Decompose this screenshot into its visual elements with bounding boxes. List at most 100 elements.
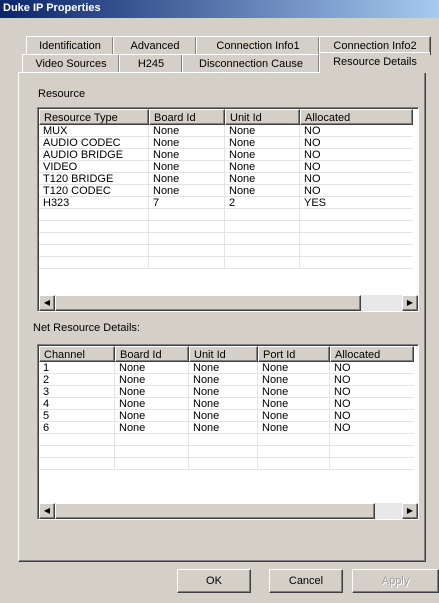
table-cell: 2 bbox=[225, 197, 300, 209]
scroll-right-icon[interactable]: ▶ bbox=[402, 503, 418, 519]
tab-h245[interactable]: H245 bbox=[119, 54, 183, 73]
table-cell: None bbox=[258, 410, 330, 422]
table-cell: None bbox=[149, 185, 225, 197]
table-cell: None bbox=[225, 125, 300, 137]
table-cell: None bbox=[189, 422, 258, 434]
table-cell: NO bbox=[300, 149, 413, 161]
table-row[interactable] bbox=[39, 446, 414, 458]
table-cell: None bbox=[189, 386, 258, 398]
table-row[interactable]: 4 None None None NO bbox=[39, 398, 414, 410]
table-cell: None bbox=[189, 362, 258, 374]
cancel-button[interactable]: Cancel bbox=[269, 569, 343, 593]
scroll-thumb[interactable] bbox=[55, 295, 361, 311]
table-cell bbox=[330, 458, 414, 470]
tab-resource-details[interactable]: Resource Details bbox=[319, 52, 430, 73]
table-cell: NO bbox=[300, 185, 413, 197]
table-cell bbox=[300, 209, 413, 221]
table-cell: None bbox=[258, 362, 330, 374]
table-row[interactable] bbox=[39, 209, 413, 221]
table-row[interactable]: 6 None None None NO bbox=[39, 422, 414, 434]
table-cell: 1 bbox=[39, 362, 115, 374]
horizontal-scrollbar[interactable]: ◀ ▶ bbox=[39, 503, 418, 519]
table-row[interactable]: T120 BRIDGE None None NO bbox=[39, 173, 413, 185]
table-row[interactable] bbox=[39, 434, 414, 446]
table-cell bbox=[189, 434, 258, 446]
tab-advanced[interactable]: Advanced bbox=[113, 36, 197, 55]
table-row[interactable] bbox=[39, 257, 413, 269]
column-header[interactable]: Unit Id bbox=[189, 346, 258, 362]
table-cell: None bbox=[225, 149, 300, 161]
table-cell bbox=[300, 245, 413, 257]
table-cell: None bbox=[225, 185, 300, 197]
table-cell bbox=[115, 458, 189, 470]
table-cell: AUDIO BRIDGE bbox=[39, 149, 149, 161]
table-cell bbox=[39, 221, 149, 233]
apply-button[interactable]: Apply bbox=[352, 569, 439, 593]
column-header[interactable]: Board Id bbox=[149, 109, 225, 125]
table-cell: 2 bbox=[39, 374, 115, 386]
table-cell bbox=[149, 257, 225, 269]
column-header[interactable]: Resource Type bbox=[39, 109, 149, 125]
table-row[interactable]: AUDIO CODEC None None NO bbox=[39, 137, 413, 149]
column-header[interactable]: Board Id bbox=[115, 346, 189, 362]
table-cell: None bbox=[258, 398, 330, 410]
tab-identification[interactable]: Identification bbox=[26, 36, 114, 55]
table-cell: NO bbox=[330, 422, 414, 434]
tab-disconnection-cause[interactable]: Disconnection Cause bbox=[182, 54, 320, 73]
tab-video-sources[interactable]: Video Sources bbox=[22, 54, 120, 73]
column-header[interactable]: Allocated bbox=[330, 346, 414, 362]
scroll-left-icon[interactable]: ◀ bbox=[39, 503, 55, 519]
table-cell bbox=[149, 233, 225, 245]
net-resource-label: Net Resource Details: bbox=[33, 322, 140, 334]
table-cell: None bbox=[225, 161, 300, 173]
table-cell: 4 bbox=[39, 398, 115, 410]
table-row[interactable] bbox=[39, 458, 414, 470]
table-row[interactable]: H323 7 2 YES bbox=[39, 197, 413, 209]
table-row[interactable]: MUX None None NO bbox=[39, 125, 413, 137]
table-row[interactable]: 1 None None None NO bbox=[39, 362, 414, 374]
table-cell: None bbox=[225, 173, 300, 185]
table-cell: None bbox=[149, 173, 225, 185]
table-cell: None bbox=[115, 386, 189, 398]
table-cell: VIDEO bbox=[39, 161, 149, 173]
table-cell bbox=[39, 434, 115, 446]
scroll-left-icon[interactable]: ◀ bbox=[39, 295, 55, 311]
table-cell bbox=[300, 233, 413, 245]
table-row[interactable]: VIDEO None None NO bbox=[39, 161, 413, 173]
scroll-thumb[interactable] bbox=[55, 503, 375, 519]
column-header[interactable]: Channel bbox=[39, 346, 115, 362]
table-cell bbox=[300, 257, 413, 269]
table-row[interactable] bbox=[39, 233, 413, 245]
column-header[interactable]: Allocated bbox=[300, 109, 413, 125]
scroll-right-icon[interactable]: ▶ bbox=[402, 295, 418, 311]
table-cell: NO bbox=[330, 362, 414, 374]
resource-list[interactable]: Resource Type Board Id Unit Id Allocated MUX… bbox=[37, 107, 419, 312]
column-header[interactable]: Unit Id bbox=[225, 109, 300, 125]
table-row[interactable] bbox=[39, 221, 413, 233]
tab-connection-info1[interactable]: Connection Info1 bbox=[196, 36, 320, 55]
table-cell: 3 bbox=[39, 386, 115, 398]
table-cell bbox=[39, 257, 149, 269]
table-row[interactable]: 2 None None None NO bbox=[39, 374, 414, 386]
horizontal-scrollbar[interactable]: ◀ ▶ bbox=[39, 295, 418, 311]
net-resource-list[interactable]: Channel Board Id Unit Id Port Id Allocated 1 N… bbox=[37, 344, 419, 520]
table-cell: None bbox=[258, 422, 330, 434]
table-row[interactable]: T120 CODEC None None NO bbox=[39, 185, 413, 197]
table-cell bbox=[225, 221, 300, 233]
table-row[interactable] bbox=[39, 245, 413, 257]
table-row[interactable]: 5 None None None NO bbox=[39, 410, 414, 422]
table-cell bbox=[149, 245, 225, 257]
table-cell: None bbox=[115, 362, 189, 374]
column-header[interactable]: Port Id bbox=[258, 346, 330, 362]
ok-button[interactable]: OK bbox=[177, 569, 251, 593]
table-cell: None bbox=[149, 125, 225, 137]
table-cell: None bbox=[225, 137, 300, 149]
table-cell: None bbox=[149, 149, 225, 161]
table-row[interactable]: 3 None None None NO bbox=[39, 386, 414, 398]
table-cell: MUX bbox=[39, 125, 149, 137]
table-cell bbox=[330, 434, 414, 446]
table-row[interactable]: AUDIO BRIDGE None None NO bbox=[39, 149, 413, 161]
resource-list-body: Resource Type Board Id Unit Id Allocated MUX… bbox=[38, 108, 418, 311]
table-cell: NO bbox=[300, 125, 413, 137]
table-cell bbox=[149, 221, 225, 233]
